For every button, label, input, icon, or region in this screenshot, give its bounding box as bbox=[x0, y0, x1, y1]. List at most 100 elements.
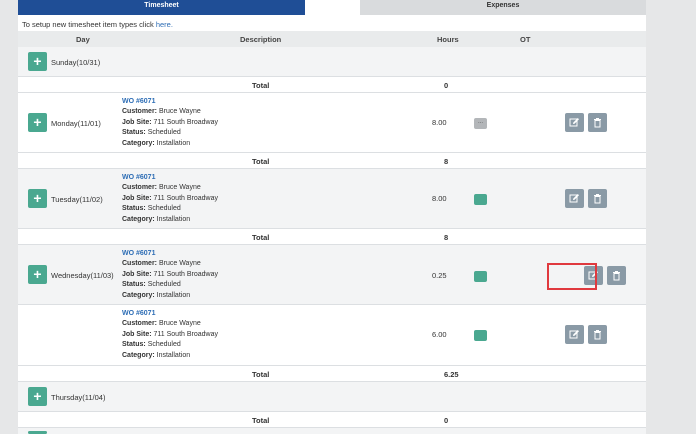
customer-label: Customer: bbox=[122, 108, 158, 116]
total-value: 8 bbox=[444, 157, 449, 166]
setup-link[interactable]: here. bbox=[156, 20, 173, 29]
job-site-label: Job Site: bbox=[122, 270, 152, 278]
status-label: Status: bbox=[122, 129, 146, 137]
status-value: Scheduled bbox=[147, 129, 181, 137]
job-site-line: Job Site: 711 South Broadway bbox=[122, 118, 218, 128]
job-site-label: Job Site: bbox=[122, 330, 152, 338]
day-row-monday: + Monday(11/01) WO #6071 Customer: Bruce… bbox=[18, 93, 646, 153]
plus-icon: + bbox=[33, 266, 42, 282]
customer-line: Customer: Bruce Wayne bbox=[122, 319, 218, 329]
customer-label: Customer: bbox=[122, 260, 158, 268]
status-label: Status: bbox=[122, 205, 146, 213]
add-entry-button[interactable]: + bbox=[28, 387, 47, 406]
plus-icon: + bbox=[33, 190, 42, 206]
total-row-tuesday: Total 8 bbox=[18, 229, 646, 245]
customer-line: Customer: Bruce Wayne bbox=[122, 183, 218, 193]
customer-label: Customer: bbox=[122, 320, 158, 328]
status-value: Scheduled bbox=[147, 281, 181, 289]
day-label: Sunday(10/31) bbox=[51, 58, 101, 67]
day-row-next bbox=[18, 428, 646, 434]
add-entry-button[interactable]: + bbox=[28, 52, 47, 71]
job-site-line: Job Site: 711 South Broadway bbox=[122, 270, 218, 280]
total-value: 0 bbox=[444, 81, 449, 90]
category-label: Category: bbox=[122, 139, 155, 147]
status-label: Status: bbox=[122, 281, 146, 289]
hours-value: 6.00 bbox=[432, 330, 447, 339]
scrollbar[interactable] bbox=[686, 0, 696, 434]
job-site-value: 711 South Broadway bbox=[153, 270, 218, 278]
edit-entry-button[interactable] bbox=[565, 113, 584, 132]
total-value: 6.25 bbox=[444, 370, 459, 379]
category-line: Category: Installation bbox=[122, 291, 218, 301]
delete-entry-button[interactable] bbox=[588, 113, 607, 132]
status-line: Status: Scheduled bbox=[122, 204, 218, 214]
work-order-link[interactable]: WO #6071 bbox=[122, 249, 218, 259]
table-header: Day Description Hours OT bbox=[18, 31, 646, 47]
day-label: Thursday(11/04) bbox=[51, 393, 106, 402]
entry-details: WO #6071 Customer: Bruce Wayne Job Site:… bbox=[122, 173, 218, 225]
delete-entry-button[interactable] bbox=[607, 266, 626, 285]
delete-entry-button[interactable] bbox=[588, 325, 607, 344]
status-value: Scheduled bbox=[147, 205, 181, 213]
plus-icon: + bbox=[33, 114, 42, 130]
add-entry-button[interactable]: + bbox=[28, 189, 47, 208]
intro-text: To setup new timesheet item types click … bbox=[22, 20, 173, 29]
add-entry-button[interactable]: + bbox=[28, 265, 47, 284]
work-order-link[interactable]: WO #6071 bbox=[122, 309, 218, 319]
tab-timesheet[interactable]: Timesheet bbox=[18, 0, 305, 15]
day-row-thursday: + Thursday(11/04) bbox=[18, 382, 646, 412]
day-row-sunday: + Sunday(10/31) bbox=[18, 47, 646, 77]
customer-value: Bruce Wayne bbox=[158, 184, 201, 192]
ot-toggle[interactable]: ... bbox=[474, 118, 487, 129]
customer-line: Customer: Bruce Wayne bbox=[122, 259, 218, 269]
entry-row-wednesday-2: WO #6071 Customer: Bruce Wayne Job Site:… bbox=[18, 305, 646, 366]
timesheet-panel: Timesheet Expenses To setup new timeshee… bbox=[18, 0, 646, 434]
edit-entry-button[interactable] bbox=[565, 325, 584, 344]
total-label: Total bbox=[252, 81, 270, 90]
job-site-value: 711 South Broadway bbox=[153, 118, 218, 126]
category-value: Installation bbox=[156, 291, 191, 299]
work-order-link[interactable]: WO #6071 bbox=[122, 173, 218, 183]
edit-entry-button[interactable] bbox=[565, 189, 584, 208]
status-value: Scheduled bbox=[147, 341, 181, 349]
tab-expenses[interactable]: Expenses bbox=[360, 0, 646, 15]
day-label: Wednesday(11/03) bbox=[51, 271, 114, 280]
column-hours: Hours bbox=[437, 35, 459, 44]
ot-toggle[interactable] bbox=[474, 271, 487, 282]
delete-entry-button[interactable] bbox=[588, 189, 607, 208]
status-line: Status: Scheduled bbox=[122, 280, 218, 290]
customer-value: Bruce Wayne bbox=[158, 108, 201, 116]
trash-icon bbox=[594, 330, 601, 340]
column-day: Day bbox=[76, 35, 90, 44]
entry-details: WO #6071 Customer: Bruce Wayne Job Site:… bbox=[122, 97, 218, 149]
category-value: Installation bbox=[156, 215, 191, 223]
category-line: Category: Installation bbox=[122, 139, 218, 149]
total-label: Total bbox=[252, 416, 270, 425]
job-site-line: Job Site: 711 South Broadway bbox=[122, 194, 218, 204]
total-row-thursday: Total 0 bbox=[18, 412, 646, 428]
column-description: Description bbox=[240, 35, 282, 44]
total-row-sunday: Total 0 bbox=[18, 77, 646, 93]
work-order-link[interactable]: WO #6071 bbox=[122, 97, 218, 107]
plus-icon: + bbox=[33, 388, 42, 404]
hours-value: 8.00 bbox=[432, 118, 447, 127]
category-label: Category: bbox=[122, 291, 155, 299]
status-label: Status: bbox=[122, 341, 146, 349]
total-label: Total bbox=[252, 157, 270, 166]
tab-bar: Timesheet Expenses bbox=[18, 0, 646, 15]
job-site-label: Job Site: bbox=[122, 194, 152, 202]
entry-details: WO #6071 Customer: Bruce Wayne Job Site:… bbox=[122, 309, 218, 361]
ot-toggle[interactable] bbox=[474, 194, 487, 205]
pencil-square-icon bbox=[569, 330, 579, 339]
trash-icon bbox=[613, 271, 620, 281]
hours-value: 0.25 bbox=[432, 271, 447, 280]
add-entry-button[interactable]: + bbox=[28, 113, 47, 132]
day-row-tuesday: + Tuesday(11/02) WO #6071 Customer: Bruc… bbox=[18, 169, 646, 229]
column-ot: OT bbox=[520, 35, 531, 44]
day-label: Monday(11/01) bbox=[51, 119, 101, 128]
total-value: 0 bbox=[444, 416, 449, 425]
category-value: Installation bbox=[156, 139, 191, 147]
ot-toggle[interactable] bbox=[474, 330, 487, 341]
customer-value: Bruce Wayne bbox=[158, 320, 201, 328]
hours-value: 8.00 bbox=[432, 194, 447, 203]
